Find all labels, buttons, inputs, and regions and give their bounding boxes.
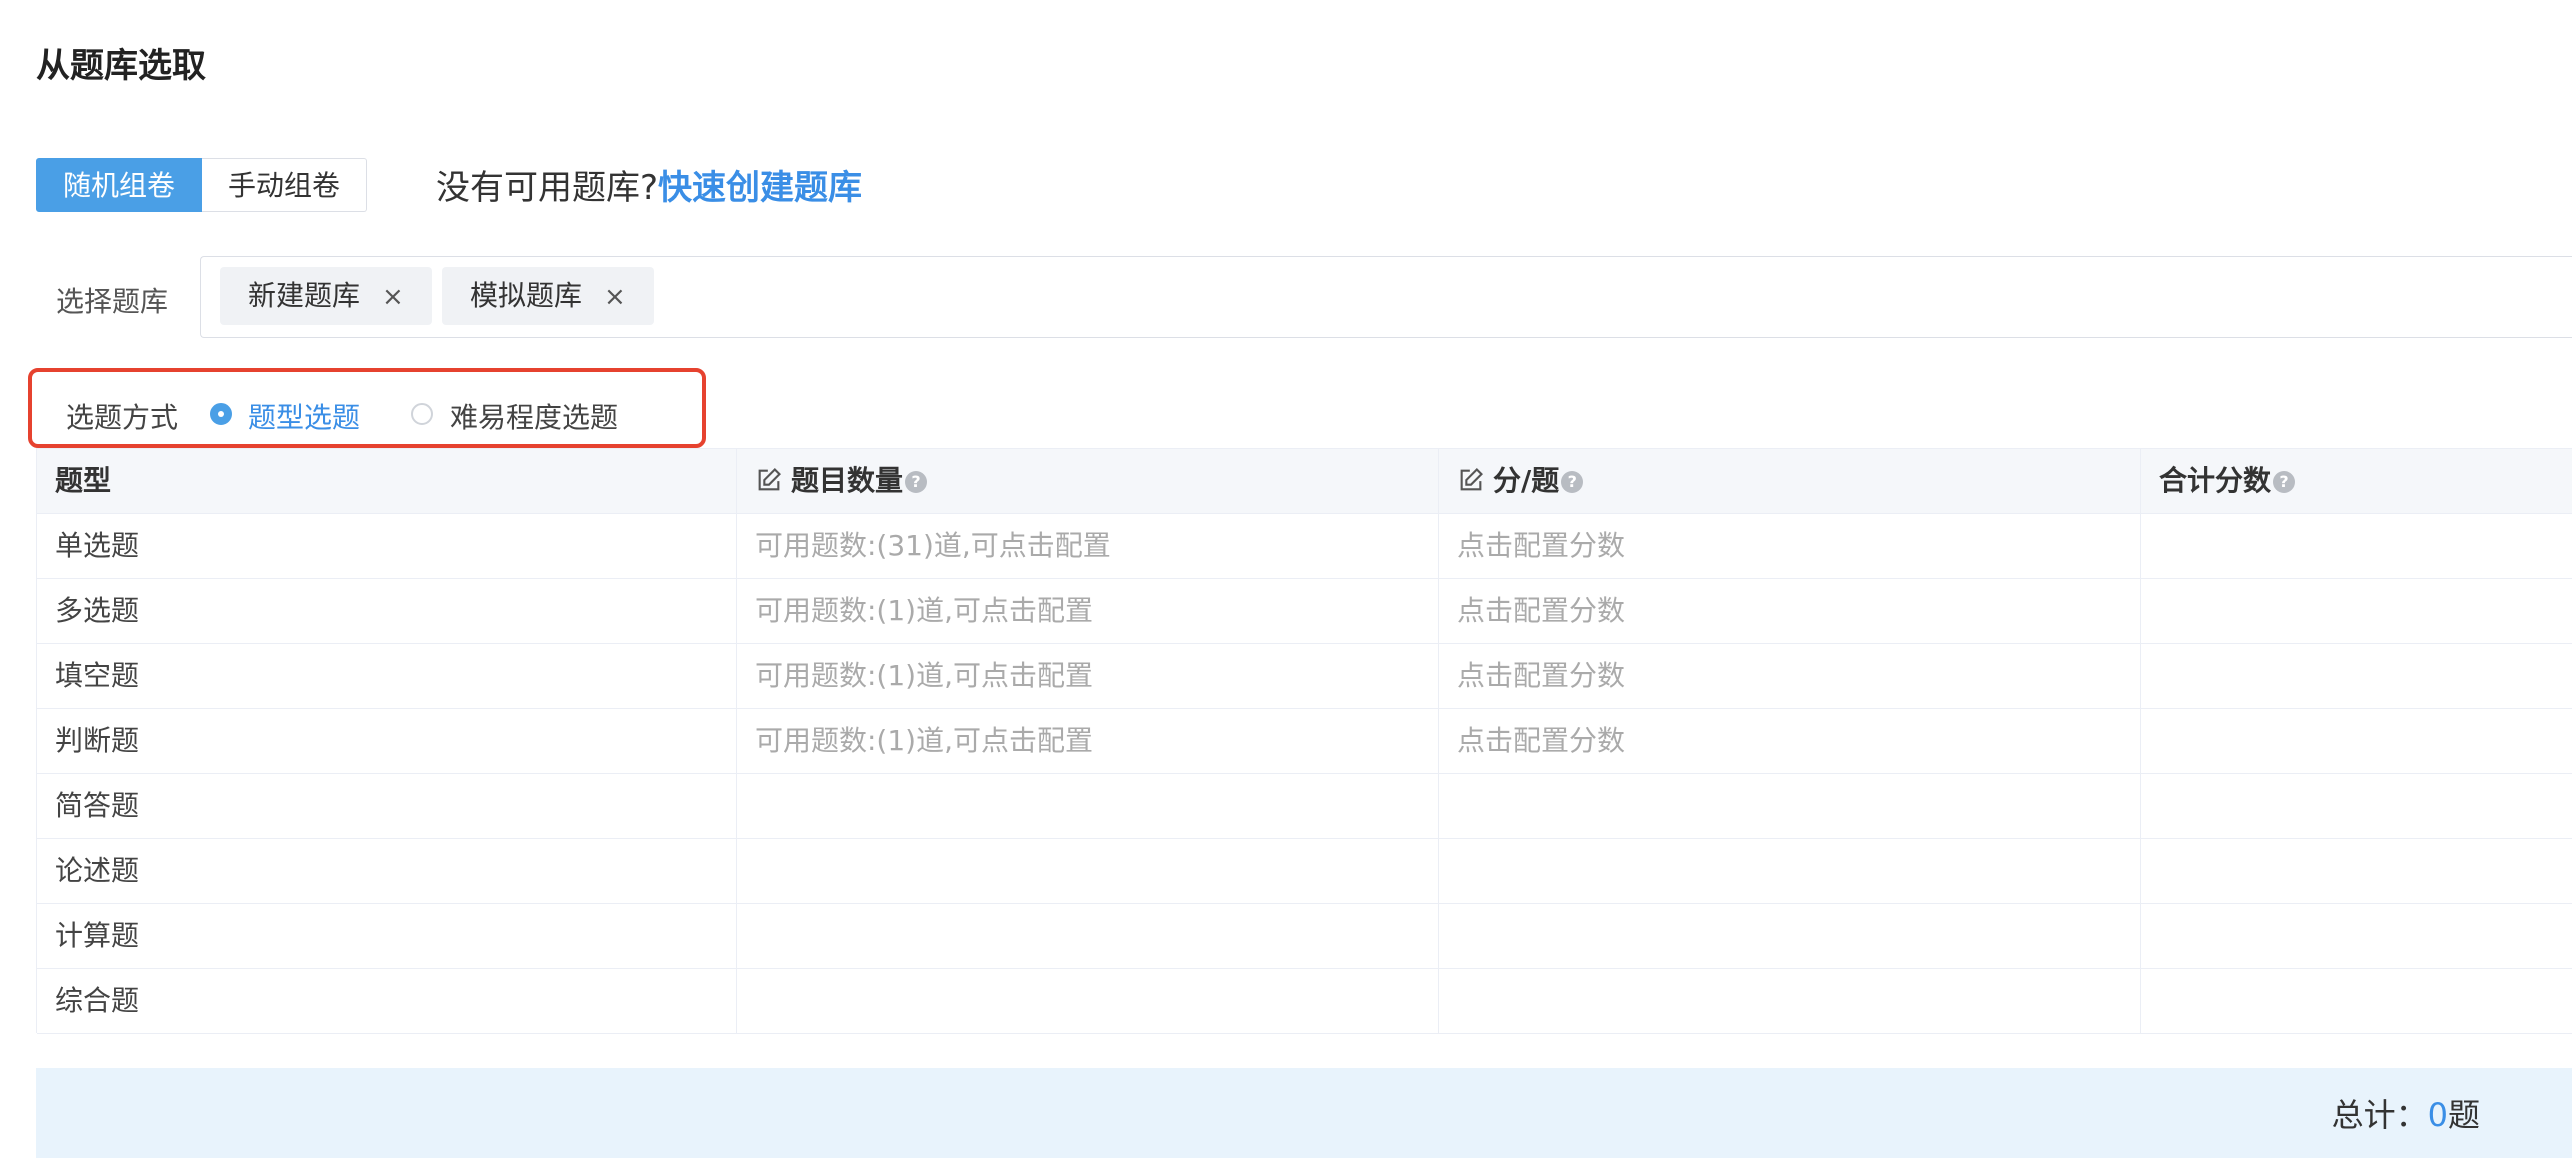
cell-score xyxy=(1439,839,2141,903)
header-total: 合计分数? xyxy=(2141,449,2572,513)
tab-random-compose[interactable]: 随机组卷 xyxy=(36,158,203,212)
cell-count[interactable]: 可用题数:(31)道,可点击配置 xyxy=(737,514,1439,578)
cell-type: 单选题 xyxy=(37,514,737,578)
cell-type: 论述题 xyxy=(37,839,737,903)
cell-score[interactable]: 点击配置分数 xyxy=(1439,514,2141,578)
cell-type: 判断题 xyxy=(37,709,737,773)
cell-type: 多选题 xyxy=(37,579,737,643)
cell-total xyxy=(2141,579,2572,643)
tab-manual-compose[interactable]: 手动组卷 xyxy=(202,158,368,212)
cell-score[interactable]: 点击配置分数 xyxy=(1439,644,2141,708)
cell-type: 计算题 xyxy=(37,904,737,968)
method-label: 选题方式 xyxy=(66,401,179,434)
cell-count xyxy=(737,839,1439,903)
cell-score xyxy=(1439,969,2141,1033)
table-row: 判断题 可用题数:(1)道,可点击配置 点击配置分数 xyxy=(37,709,2572,774)
cell-count xyxy=(737,904,1439,968)
cell-score[interactable]: 点击配置分数 xyxy=(1439,709,2141,773)
total-number: 0 xyxy=(2427,1096,2448,1134)
cell-score xyxy=(1439,774,2141,838)
edit-icon xyxy=(758,468,781,491)
bank-select-label: 选择题库 xyxy=(56,285,169,318)
close-icon[interactable]: × xyxy=(604,282,626,312)
cell-total xyxy=(2141,839,2572,903)
header-count: 题目数量? xyxy=(737,449,1439,513)
cell-score xyxy=(1439,904,2141,968)
edit-icon xyxy=(1460,468,1483,491)
cell-type: 综合题 xyxy=(37,969,737,1033)
cell-total xyxy=(2141,514,2572,578)
radio-by-difficulty[interactable] xyxy=(411,403,433,425)
radio-by-difficulty-label[interactable]: 难易程度选题 xyxy=(450,396,618,436)
bank-tag-label: 模拟题库 xyxy=(470,279,583,312)
cell-total xyxy=(2141,774,2572,838)
close-icon[interactable]: × xyxy=(382,282,404,312)
cell-total xyxy=(2141,709,2572,773)
header-type: 题型 xyxy=(37,449,737,513)
cell-count[interactable]: 可用题数:(1)道,可点击配置 xyxy=(737,644,1439,708)
cell-count[interactable]: 可用题数:(1)道,可点击配置 xyxy=(737,709,1439,773)
table-row: 单选题 可用题数:(31)道,可点击配置 点击配置分数 xyxy=(37,514,2572,579)
total-suffix: 题 xyxy=(2447,1096,2480,1134)
cell-type: 填空题 xyxy=(37,644,737,708)
table-row: 计算题 xyxy=(37,904,2572,969)
no-bank-hint: 没有可用题库?快速创建题库 xyxy=(436,160,862,209)
bank-tag-label: 新建题库 xyxy=(248,279,361,312)
help-icon[interactable]: ? xyxy=(2273,471,2296,493)
quick-create-bank-link[interactable]: 快速创建题库 xyxy=(658,168,862,208)
cell-score[interactable]: 点击配置分数 xyxy=(1439,579,2141,643)
bank-tag: 新建题库 × xyxy=(220,267,432,325)
help-icon[interactable]: ? xyxy=(1561,471,1584,493)
table-row: 综合题 xyxy=(37,969,2572,1034)
cell-count[interactable]: 可用题数:(1)道,可点击配置 xyxy=(737,579,1439,643)
cell-count xyxy=(737,774,1439,838)
page-title: 从题库选取 xyxy=(36,46,206,86)
radio-by-type-label[interactable]: 题型选题 xyxy=(248,396,360,436)
hint-text: 没有可用题库? xyxy=(436,168,659,208)
cell-total xyxy=(2141,904,2572,968)
bank-select-input[interactable]: 新建题库 × 模拟题库 × xyxy=(200,256,2572,338)
header-score: 分/题? xyxy=(1439,449,2141,513)
table-row: 简答题 xyxy=(37,774,2572,839)
radio-by-type[interactable] xyxy=(210,403,232,425)
question-type-table: 题型 题目数量? 分/题? 合计分数? 单选题 可用题数:(31)道,可点击配置… xyxy=(36,448,2572,1034)
table-header: 题型 题目数量? 分/题? 合计分数? xyxy=(37,448,2572,514)
total-prefix: 总计： xyxy=(2331,1096,2428,1134)
cell-total xyxy=(2141,969,2572,1033)
summary-footer: 总计：0题 xyxy=(36,1068,2572,1158)
bank-tag: 模拟题库 × xyxy=(442,267,654,325)
table-row: 填空题 可用题数:(1)道,可点击配置 点击配置分数 xyxy=(37,644,2572,709)
cell-count xyxy=(737,969,1439,1033)
cell-total xyxy=(2141,644,2572,708)
mode-tabs: 随机组卷 手动组卷 xyxy=(36,158,368,212)
help-icon[interactable]: ? xyxy=(905,471,928,493)
table-row: 多选题 可用题数:(1)道,可点击配置 点击配置分数 xyxy=(37,579,2572,644)
cell-type: 简答题 xyxy=(37,774,737,838)
total-count: 总计：0题 xyxy=(2332,1090,2480,1136)
table-row: 论述题 xyxy=(37,839,2572,904)
